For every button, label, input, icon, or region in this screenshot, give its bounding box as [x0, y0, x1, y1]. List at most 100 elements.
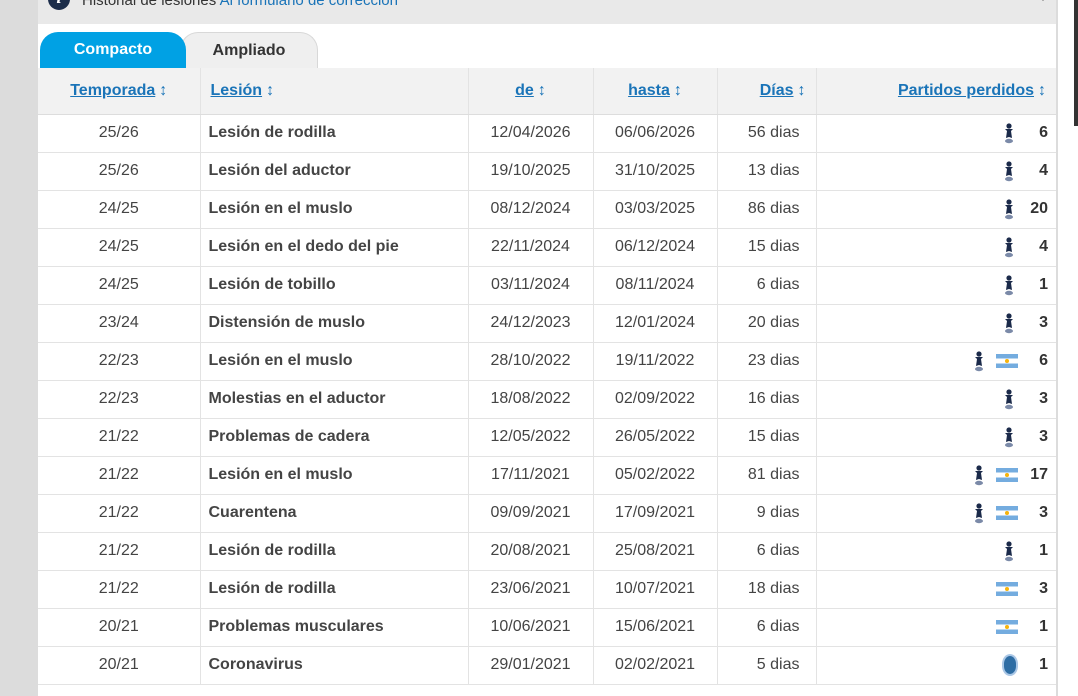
flag-icon[interactable] [996, 354, 1018, 368]
table-row: 23/24 Distensión de muslo 24/12/2023 12/… [38, 304, 1056, 343]
season-cell: 24/25 [38, 190, 200, 229]
team-icons [962, 502, 1018, 524]
until-date-cell: 12/01/2024 [592, 304, 717, 343]
missed-games-group: 6 [962, 350, 1048, 372]
correction-form-link[interactable]: Al formulario de corrección [220, 0, 398, 9]
missed-games-group: 3 [992, 388, 1048, 410]
days-cell: 56 dias [716, 114, 816, 153]
missed-games-count: 1 [1039, 656, 1048, 673]
from-date-cell: 12/05/2022 [467, 418, 593, 457]
sort-icon: ↕ [797, 81, 806, 99]
until-date-cell: 10/07/2021 [592, 570, 717, 609]
table-row: 20/21 Problemas musculares 10/06/2021 15… [38, 608, 1056, 647]
missed-games-count: 1 [1039, 618, 1048, 635]
missed-games-group: 3 [992, 426, 1048, 448]
injury-cell: Cuarentena [199, 494, 468, 533]
tab-ampliado[interactable]: Ampliado [180, 32, 318, 69]
panel-header: i Historial de lesiones Al formulario de… [38, 0, 1056, 24]
club-icon[interactable] [1000, 388, 1018, 410]
injury-cell: Distensión de muslo [199, 304, 468, 343]
flag-icon[interactable] [996, 468, 1018, 482]
missed-games-group: 1 [992, 274, 1048, 296]
days-cell: 23 dias [716, 342, 816, 381]
missed-games-count: 3 [1039, 314, 1048, 331]
season-cell: 23/24 [38, 304, 200, 343]
injury-cell: Problemas de cadera [199, 418, 468, 457]
column-header-days[interactable]: Días ↕ [716, 68, 816, 115]
badge-icon[interactable] [1002, 654, 1018, 676]
injury-cell: Lesión del aductor [199, 152, 468, 191]
season-cell: 21/22 [38, 570, 200, 609]
days-cell: 13 dias [716, 152, 816, 191]
from-date-cell: 12/04/2026 [467, 114, 593, 153]
team-icons [992, 274, 1018, 296]
missed-games-count: 4 [1039, 162, 1048, 179]
missed-games-group: 20 [992, 198, 1048, 220]
club-icon[interactable] [1000, 236, 1018, 258]
from-date-cell: 08/12/2024 [467, 190, 593, 229]
days-cell: 15 dias [716, 228, 816, 267]
panel-title-text: Historial de lesiones [82, 0, 217, 9]
from-date-cell: 28/10/2022 [467, 342, 593, 381]
injury-table: Temporada ↕ Lesión ↕ de ↕ hasta ↕ Días ↕ Part… [38, 68, 1056, 685]
club-icon[interactable] [1000, 198, 1018, 220]
club-icon[interactable] [970, 464, 988, 486]
club-icon[interactable] [1000, 122, 1018, 144]
scrollbar-thumb[interactable] [1074, 0, 1078, 126]
missed-games-group: 17 [962, 464, 1048, 486]
season-cell: 21/22 [38, 456, 200, 495]
club-icon[interactable] [1000, 160, 1018, 182]
club-icon[interactable] [1000, 312, 1018, 334]
club-icon[interactable] [1000, 540, 1018, 562]
flag-icon[interactable] [996, 506, 1018, 520]
table-row: 24/25 Lesión en el dedo del pie 22/11/20… [38, 228, 1056, 267]
until-date-cell: 31/10/2025 [592, 152, 717, 191]
scrollbar-area[interactable] [1058, 0, 1078, 696]
season-cell: 20/21 [38, 608, 200, 647]
until-date-cell: 03/03/2025 [592, 190, 717, 229]
missed-games-count: 17 [1030, 466, 1048, 483]
days-cell: 86 dias [716, 190, 816, 229]
column-header-from[interactable]: de ↕ [467, 68, 593, 115]
team-icons [992, 388, 1018, 410]
page: i Historial de lesiones Al formulario de… [0, 0, 1078, 696]
until-date-cell: 19/11/2022 [592, 342, 717, 381]
until-date-cell: 15/06/2021 [592, 608, 717, 647]
info-icon: i [48, 0, 70, 10]
injury-cell: Lesión de rodilla [199, 570, 468, 609]
missed-games-cell: 1 [815, 532, 1056, 571]
flag-icon[interactable] [996, 619, 1018, 634]
missed-games-count: 6 [1039, 352, 1048, 369]
team-icons [992, 312, 1018, 334]
club-icon[interactable] [970, 502, 988, 524]
club-icon[interactable] [1000, 426, 1018, 448]
until-date-cell: 02/09/2022 [592, 380, 717, 419]
missed-games-group: 1 [994, 654, 1048, 676]
club-icon[interactable] [1000, 274, 1018, 296]
missed-games-group: 1 [988, 618, 1048, 636]
chevron-down-icon[interactable] [1036, 0, 1050, 4]
column-header-missed-games[interactable]: Partidos perdidos ↕ [815, 68, 1056, 115]
flag-icon[interactable] [996, 581, 1018, 596]
days-cell: 15 dias [716, 418, 816, 457]
column-header-injury[interactable]: Lesión ↕ [199, 68, 468, 115]
table-row: 21/22 Cuarentena 09/09/2021 17/09/2021 9… [38, 494, 1056, 533]
team-icons [988, 580, 1018, 598]
table-row: 20/21 Coronavirus 29/01/2021 02/02/2021 … [38, 646, 1056, 685]
column-header-until[interactable]: hasta ↕ [592, 68, 717, 115]
until-date-cell: 06/12/2024 [592, 228, 717, 267]
from-date-cell: 29/01/2021 [467, 646, 593, 685]
missed-games-count: 3 [1039, 580, 1048, 597]
missed-games-cell: 4 [815, 228, 1056, 267]
table-row: 21/22 Lesión en el muslo 17/11/2021 05/0… [38, 456, 1056, 495]
tab-compacto[interactable]: Compacto [40, 32, 186, 68]
from-date-cell: 22/11/2024 [467, 228, 593, 267]
days-cell: 6 dias [716, 608, 816, 647]
missed-games-group: 4 [992, 160, 1048, 182]
missed-games-count: 20 [1030, 200, 1048, 217]
club-icon[interactable] [970, 350, 988, 372]
missed-games-group: 3 [992, 312, 1048, 334]
sort-icon: ↕ [266, 81, 275, 99]
until-date-cell: 08/11/2024 [592, 266, 717, 305]
column-header-season[interactable]: Temporada ↕ [38, 68, 200, 115]
